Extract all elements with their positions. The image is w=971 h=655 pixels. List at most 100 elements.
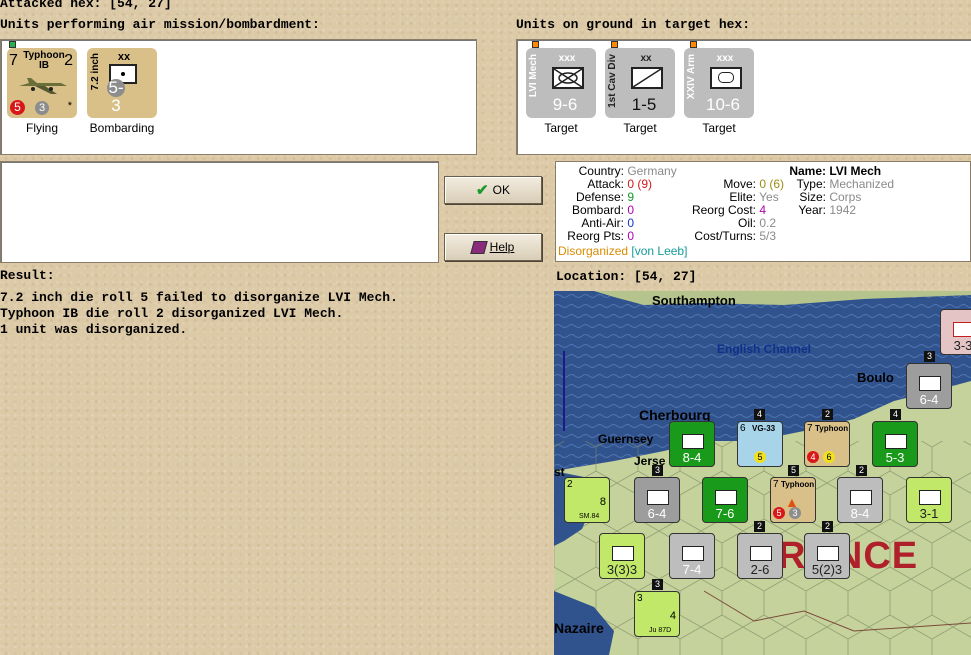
map-label-boulogne: Boulo: [857, 370, 894, 385]
unit-symbol-icon: [715, 490, 737, 505]
attack-paren-value: (9): [637, 177, 653, 191]
unit-caption: Bombarding: [89, 121, 155, 135]
stack-count-badge: 2: [822, 521, 833, 532]
map-unit-counter[interactable]: 6-4: [906, 363, 952, 409]
counter-value: 7-6: [715, 506, 735, 521]
map-air-counter[interactable]: 6 VG-33 5: [737, 421, 783, 467]
unit-symbol-icon: [919, 376, 941, 391]
name-label: Name:: [789, 164, 826, 178]
result-line: 7.2 inch die roll 5 failed to disorganiz…: [0, 290, 398, 305]
aircraft-icon: [19, 78, 67, 94]
elite-label: Elite:: [729, 190, 756, 204]
air-name: SM.84: [579, 513, 600, 520]
map-label-guernsey: Guernsey: [598, 432, 654, 446]
unit-caption: Target: [702, 121, 736, 135]
air-top-value: 7: [773, 479, 779, 490]
unit-strength: 5-3: [107, 79, 125, 116]
map-label-channel: English Channel: [717, 342, 812, 356]
stack-count-badge: 3: [652, 465, 663, 476]
map-view[interactable]: Southampton English Channel Boulo Cherbo…: [554, 291, 971, 655]
stack-count-badge: 5: [788, 465, 799, 476]
air-units-panel: 7 2 Typhoon IB 5 3 * Flying 7.2 inch xx …: [0, 39, 477, 155]
map-unit-counter[interactable]: 5-3: [872, 421, 918, 467]
map-unit-counter[interactable]: 8-4: [837, 477, 883, 523]
air-name: Ju 87D: [649, 627, 672, 634]
map-unit-counter[interactable]: 3(3)3: [599, 533, 645, 579]
map-air-counter[interactable]: 3 Ju 87D 4: [634, 591, 680, 637]
unit-symbol-icon: [682, 434, 704, 449]
move-label: Move:: [723, 177, 756, 191]
counter-value: 3-1: [919, 506, 939, 521]
result-title: Result:: [0, 268, 55, 283]
unit-symbol-icon: [647, 490, 669, 505]
map-unit-counter[interactable]: 3-1: [906, 477, 952, 523]
oil-value: 0.2: [759, 216, 777, 230]
bombard-value: 0: [627, 203, 635, 217]
map-unit-counter[interactable]: 2-6: [737, 533, 783, 579]
size-label: Size:: [799, 190, 826, 204]
reorg-cost-value: 4: [759, 203, 767, 217]
country-value: Germany: [627, 164, 677, 178]
map-unit-counter[interactable]: 8-4: [669, 421, 715, 467]
help-button-label: Help: [489, 240, 515, 254]
map-air-counter[interactable]: 7 Typhoon 4 6: [804, 421, 850, 467]
stack-count-badge: 3: [924, 351, 935, 362]
unit-symbol-icon: [885, 434, 907, 449]
unit-counter-xxiv-arm[interactable]: XXIV Arm xxx 10-6: [684, 41, 754, 118]
unit-symbol-icon: [953, 322, 971, 337]
type-value: Mechanized: [829, 177, 895, 191]
air-low-red: 5: [773, 507, 785, 519]
defense-label: Defense:: [575, 190, 624, 204]
antiair-value: 0: [627, 216, 635, 230]
result-line: Typhoon IB die roll 2 disorganized LVI M…: [0, 306, 344, 321]
map-unit-counter[interactable]: 5(2)3: [804, 533, 850, 579]
unit-counter-lvi-mech[interactable]: LVI Mech xxx 9-6: [526, 41, 596, 118]
unit-counter-typhoon[interactable]: 7 2 Typhoon IB 5 3 *: [7, 41, 77, 118]
counter-value: 6-4: [647, 506, 667, 521]
unit-marker: [690, 41, 697, 48]
map-air-counter[interactable]: 7 Typhoon ▲ 5 3: [770, 477, 816, 523]
map-air-counter[interactable]: 2 SM.84 8: [564, 477, 610, 523]
air-top-value: 6: [740, 423, 746, 434]
map-unit-counter[interactable]: 7-4: [669, 533, 715, 579]
cost-turns-label: Cost/Turns:: [694, 229, 756, 243]
unit-strength: 9-6: [552, 95, 578, 114]
unit-caption: Target: [623, 121, 657, 135]
result-line: 1 unit was disorganized.: [0, 322, 188, 337]
unit-counter-1st-cav-div[interactable]: 1st Cav Div xx 1-5: [605, 41, 675, 118]
map-unit-counter[interactable]: 3-3: [940, 309, 971, 355]
unit-size: xx: [640, 53, 652, 64]
air-low-value: 5: [754, 451, 766, 463]
air-low-value: 4: [669, 610, 676, 622]
map-unit-counter[interactable]: 6-4: [634, 477, 680, 523]
unit-symbol-icon: [682, 546, 704, 561]
unit-left-value: 7: [9, 52, 18, 69]
year-label: Year:: [798, 203, 826, 217]
counter-value: 3-3: [953, 338, 971, 353]
mech-infantry-symbol-icon: [552, 67, 584, 89]
move-value: 0: [759, 177, 767, 191]
ok-button[interactable]: ✔ OK: [444, 176, 542, 204]
location-label: Location: [54, 27]: [556, 269, 697, 284]
armor-symbol-icon: [710, 67, 742, 89]
map-unit-counter[interactable]: 7-6: [702, 477, 748, 523]
unit-size: xxx: [716, 53, 734, 64]
bombard-label: Bombard:: [571, 203, 624, 217]
status-value: Disorganized: [558, 244, 629, 258]
stack-count-badge: 2: [822, 409, 833, 420]
air-low-gray: 3: [789, 507, 801, 519]
unit-marker: [532, 41, 539, 48]
unit-symbol-icon: [850, 490, 872, 505]
air-low-red: 4: [807, 451, 819, 463]
message-box: [0, 161, 439, 263]
unit-name-vertical: 7.2 inch: [90, 53, 101, 91]
help-button[interactable]: Help: [444, 233, 542, 261]
unit-counter-7-2-inch[interactable]: 7.2 inch xx 5-3: [87, 48, 157, 118]
air-low-yellow: 6: [823, 451, 835, 463]
unit-info-panel: Country: Germany Attack: 0 (9) Defense: …: [555, 161, 971, 262]
selection-marker: [9, 41, 16, 48]
air-top-value: 7: [807, 423, 813, 434]
air-low-value: 8: [599, 496, 606, 508]
attack-label: Attack:: [587, 177, 624, 191]
strength-circle: 5-3: [107, 78, 125, 115]
